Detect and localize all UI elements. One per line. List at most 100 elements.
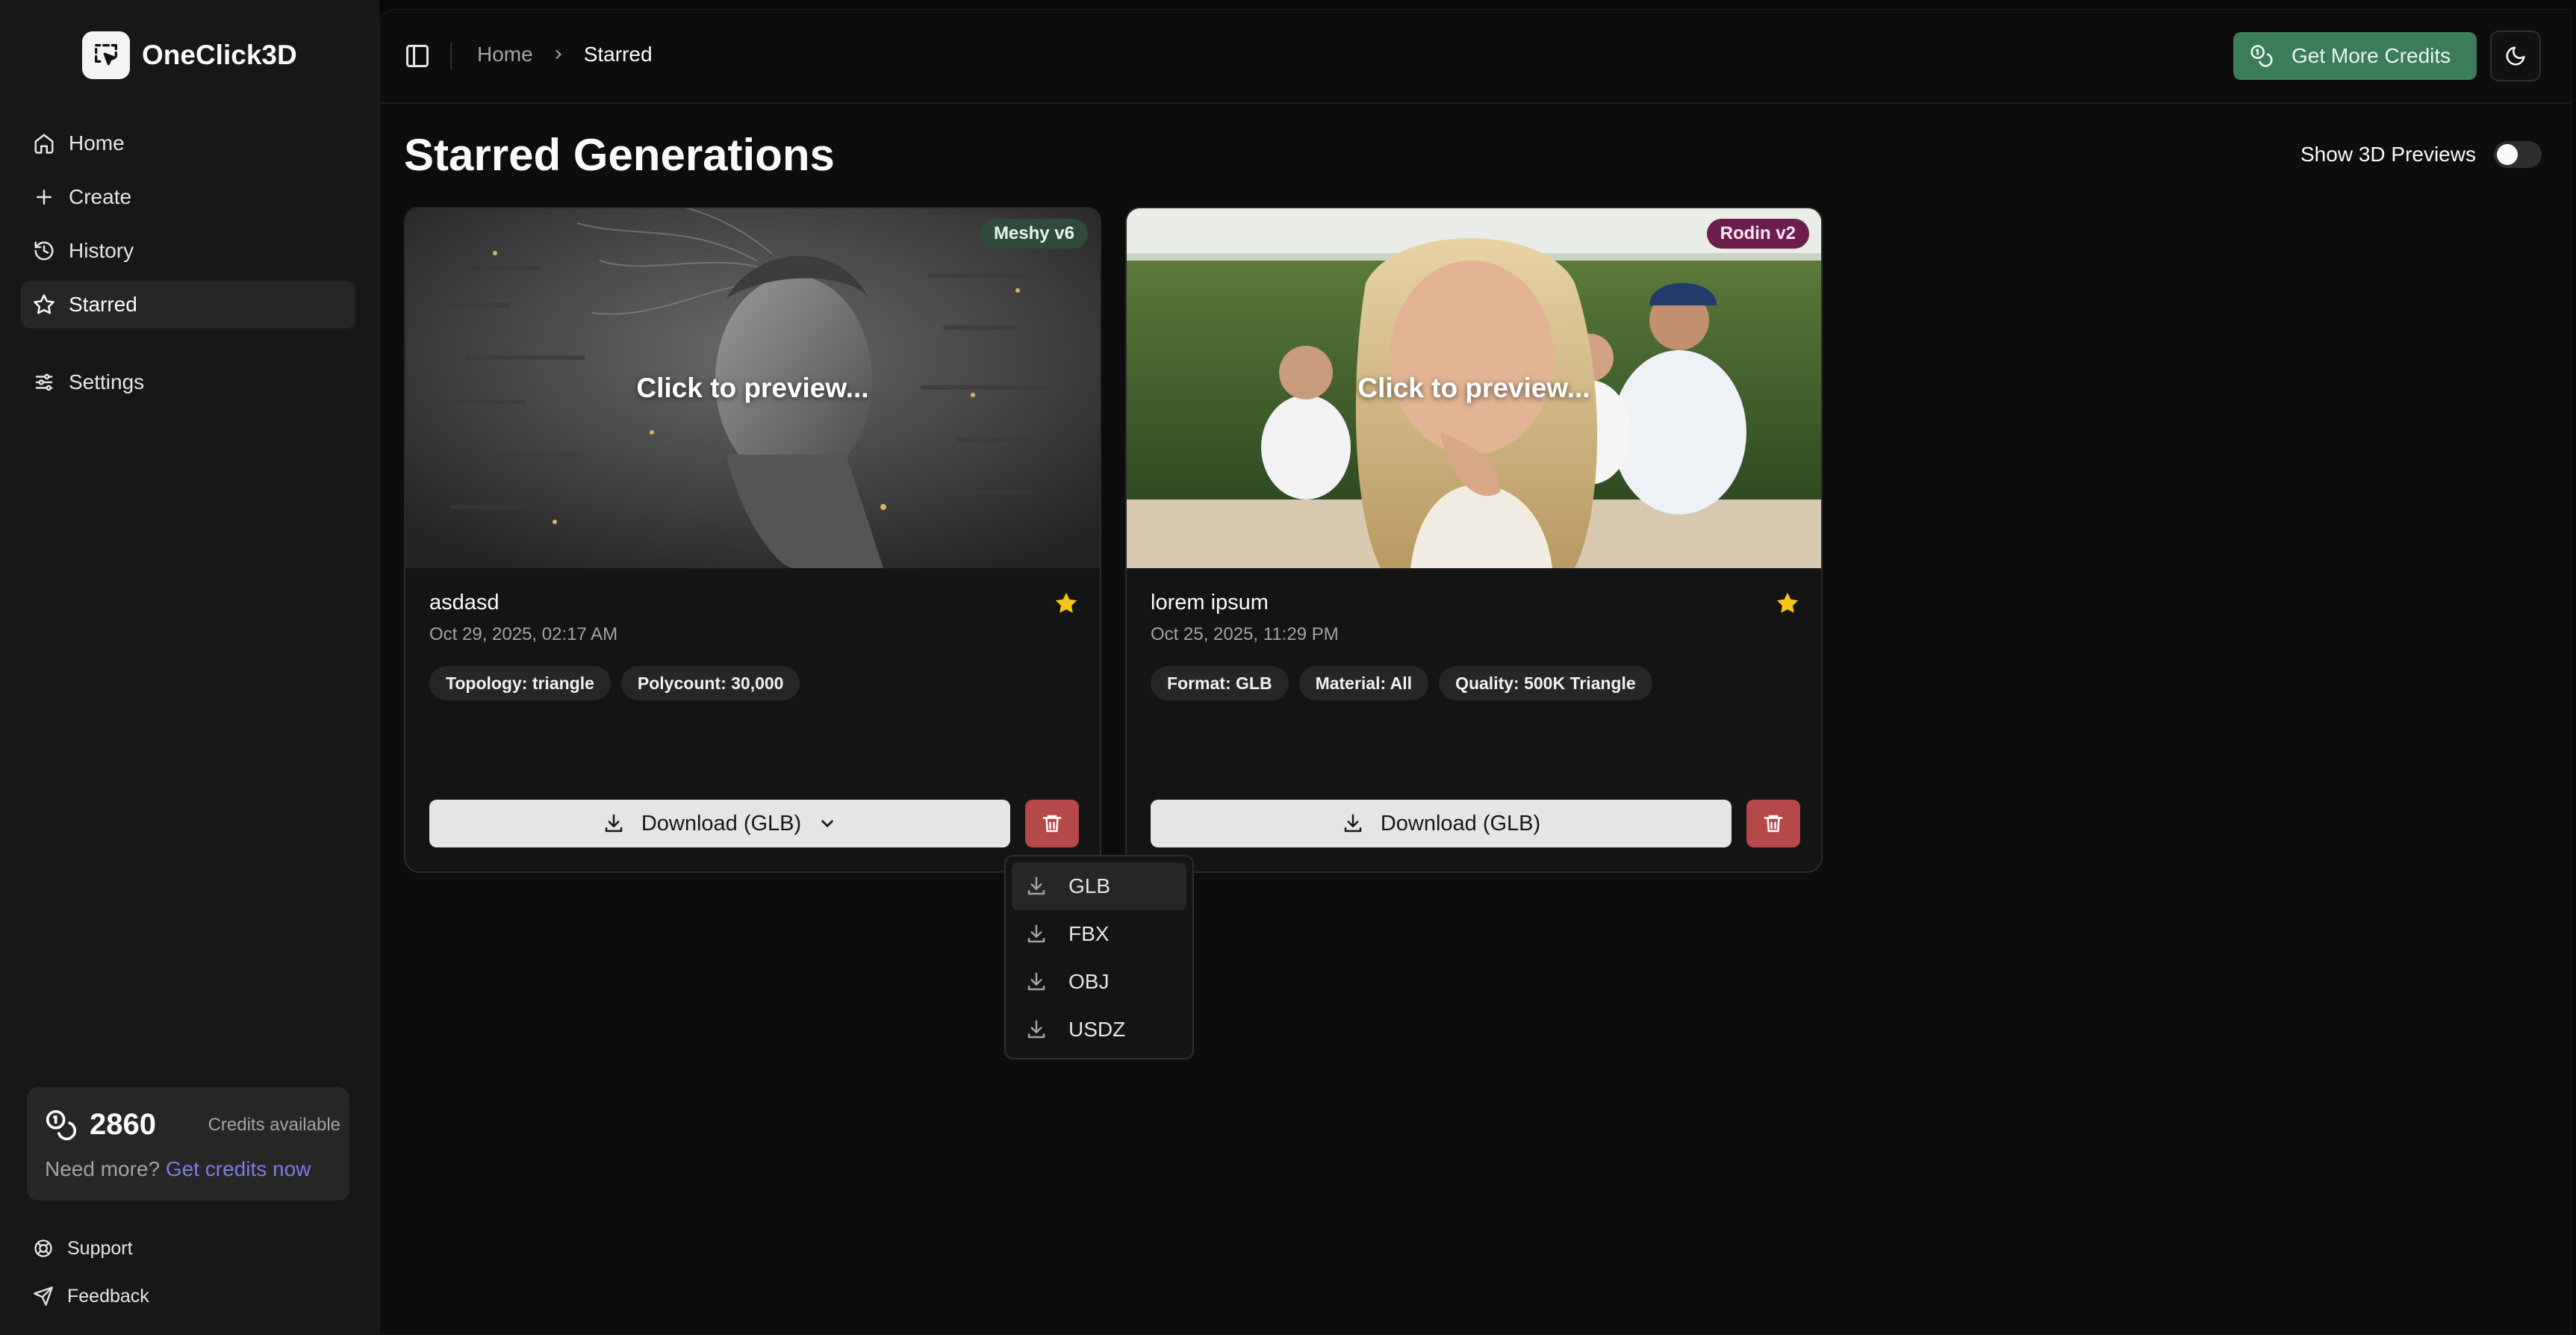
home-icon <box>33 132 55 155</box>
preview-prompt: Click to preview... <box>405 208 1100 568</box>
menu-item-fbx[interactable]: FBX <box>1012 910 1186 958</box>
breadcrumb-current: Starred <box>584 43 653 66</box>
coins-icon <box>45 1109 78 1142</box>
menu-item-label: GLB <box>1068 874 1110 898</box>
download-format-menu: GLB FBX OBJ USDZ <box>1004 855 1194 1059</box>
menu-item-label: FBX <box>1068 922 1109 946</box>
sidebar-item-history[interactable]: History <box>21 227 355 275</box>
generation-date: Oct 29, 2025, 02:17 AM <box>429 624 1079 645</box>
sidebar: OneClick3D Home Create History Starred S… <box>0 0 379 1335</box>
credits-card: 2860 Credits available Need more? Get cr… <box>27 1087 349 1201</box>
star-filled-icon[interactable] <box>1775 591 1800 616</box>
card-actions: Download (GLB) <box>429 800 1079 847</box>
sidebar-toggle-icon[interactable] <box>404 43 431 69</box>
show-3d-previews-control: Show 3D Previews <box>2300 141 2542 168</box>
generation-date: Oct 25, 2025, 11:29 PM <box>1151 624 1800 645</box>
tag: Topology: triangle <box>429 666 611 700</box>
page-title: Starred Generations <box>404 129 835 181</box>
send-icon <box>33 1286 54 1307</box>
sidebar-item-label: Create <box>69 185 131 209</box>
delete-button[interactable] <box>1746 800 1800 847</box>
star-filled-icon[interactable] <box>1054 591 1079 616</box>
feedback-link[interactable]: Feedback <box>33 1272 149 1320</box>
support-label: Support <box>67 1238 133 1260</box>
generation-name: lorem ipsum <box>1151 591 1800 615</box>
app-name: OneClick3D <box>142 40 297 71</box>
main-content: Home Starred Get More Credits Starred Ge… <box>379 9 2572 1335</box>
preview-image[interactable]: Click to preview... Meshy v6 <box>405 208 1100 568</box>
download-icon <box>1025 1018 1048 1041</box>
sidebar-item-label: History <box>69 239 134 263</box>
download-icon <box>1025 875 1048 897</box>
card-info: lorem ipsum Oct 25, 2025, 11:29 PM Forma… <box>1151 591 1800 700</box>
card-actions: Download (GLB) <box>1151 800 1800 847</box>
download-button[interactable]: Download (GLB) <box>429 800 1010 847</box>
support-link[interactable]: Support <box>33 1224 149 1272</box>
tag: Material: All <box>1299 666 1429 700</box>
sidebar-item-label: Settings <box>69 370 144 394</box>
history-icon <box>33 240 55 262</box>
sidebar-item-starred[interactable]: Starred <box>21 281 355 329</box>
tag: Quality: 500K Triangle <box>1439 666 1652 700</box>
menu-item-glb[interactable]: GLB <box>1012 862 1186 910</box>
credits-upsell: Need more? Get credits now <box>45 1157 311 1181</box>
model-badge: Rodin v2 <box>1707 219 1809 249</box>
chevron-right-icon <box>551 47 566 62</box>
moon-icon <box>2504 45 2527 67</box>
plus-icon <box>33 186 55 208</box>
header-divider <box>450 43 452 69</box>
chevron-down-icon <box>818 814 837 833</box>
download-icon <box>1342 812 1364 835</box>
download-icon <box>603 812 625 835</box>
show-3d-previews-toggle[interactable] <box>2494 141 2542 168</box>
generation-card: Click to preview... Meshy v6 asdasd Oct … <box>404 207 1101 873</box>
sidebar-item-label: Starred <box>69 293 137 317</box>
sidebar-item-home[interactable]: Home <box>21 119 355 167</box>
menu-item-obj[interactable]: OBJ <box>1012 958 1186 1006</box>
menu-item-usdz[interactable]: USDZ <box>1012 1006 1186 1054</box>
trash-icon <box>1762 812 1785 835</box>
breadcrumb-home[interactable]: Home <box>477 43 533 66</box>
preview-image[interactable]: Click to preview... Rodin v2 <box>1127 208 1821 568</box>
credits-amount: 2860 <box>90 1108 156 1142</box>
download-icon <box>1025 923 1048 945</box>
tag: Format: GLB <box>1151 666 1289 700</box>
tag: Polycount: 30,000 <box>621 666 800 700</box>
star-icon <box>33 293 55 316</box>
menu-item-label: USDZ <box>1068 1018 1125 1042</box>
show-3d-previews-label: Show 3D Previews <box>2300 143 2476 167</box>
coins-icon <box>2250 44 2274 68</box>
menu-item-label: OBJ <box>1068 970 1109 994</box>
sidebar-nav: Home Create History Starred Settings <box>21 119 355 412</box>
breadcrumb: Home Starred <box>477 43 653 66</box>
download-button[interactable]: Download (GLB) <box>1151 800 1732 847</box>
delete-button[interactable] <box>1025 800 1079 847</box>
download-label: Download (GLB) <box>641 812 801 836</box>
get-credits-link[interactable]: Get credits now <box>166 1157 311 1180</box>
card-info: asdasd Oct 29, 2025, 02:17 AM Topology: … <box>429 591 1079 700</box>
credits-label: Credits available <box>208 1115 340 1136</box>
brand[interactable]: OneClick3D <box>82 31 297 79</box>
get-more-credits-label: Get More Credits <box>2292 44 2451 68</box>
sidebar-item-label: Home <box>69 131 125 155</box>
sidebar-item-settings[interactable]: Settings <box>21 358 355 406</box>
download-label: Download (GLB) <box>1381 812 1540 836</box>
sidebar-item-create[interactable]: Create <box>21 173 355 221</box>
tag-list: Format: GLB Material: All Quality: 500K … <box>1151 666 1800 700</box>
get-more-credits-button[interactable]: Get More Credits <box>2233 32 2477 80</box>
sidebar-bottom-links: Support Feedback <box>33 1224 149 1320</box>
generation-name: asdasd <box>429 591 1079 615</box>
need-more-text: Need more? <box>45 1157 160 1180</box>
preview-prompt: Click to preview... <box>1127 208 1821 568</box>
tag-list: Topology: triangle Polycount: 30,000 <box>429 666 1079 700</box>
app-logo-icon <box>82 31 130 79</box>
theme-toggle-button[interactable] <box>2490 31 2541 81</box>
lifebuoy-icon <box>33 1238 54 1259</box>
download-icon <box>1025 971 1048 993</box>
top-bar: Home Starred Get More Credits <box>380 10 2571 104</box>
generation-card: Click to preview... Rodin v2 lorem ipsum… <box>1125 207 1823 873</box>
model-badge: Meshy v6 <box>980 219 1088 249</box>
trash-icon <box>1041 812 1063 835</box>
sliders-icon <box>33 371 55 393</box>
feedback-label: Feedback <box>67 1286 149 1307</box>
